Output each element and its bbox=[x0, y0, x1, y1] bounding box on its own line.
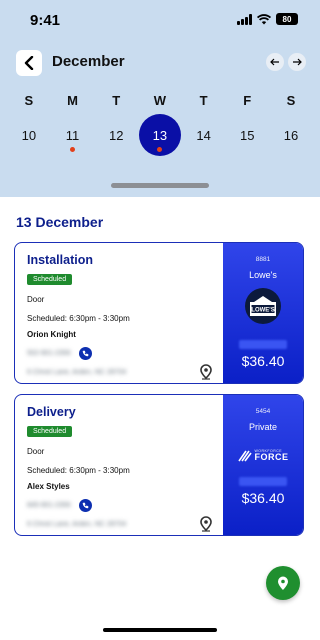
job-schedule: Scheduled: 6:30pm - 3:30pm bbox=[27, 314, 130, 323]
location-pin-icon bbox=[278, 576, 288, 590]
weekday-label: M bbox=[67, 93, 78, 108]
battery-icon: 80 bbox=[276, 13, 298, 25]
selected-date-title: 13 December bbox=[16, 214, 104, 230]
arrow-left-icon bbox=[270, 58, 279, 66]
status-time: 9:41 bbox=[30, 12, 61, 29]
map-location-button[interactable] bbox=[266, 566, 300, 600]
customer-phone: 502-901-2356 bbox=[27, 350, 71, 357]
job-details: Delivery Scheduled Door Scheduled: 6:30p… bbox=[15, 395, 225, 535]
date-number: 13 bbox=[152, 127, 168, 143]
job-title: Delivery bbox=[27, 405, 76, 419]
date-cell-16[interactable]: 16 bbox=[269, 114, 313, 156]
customer-phone: 845-901-2356 bbox=[27, 502, 71, 509]
date-number: 11 bbox=[65, 127, 80, 143]
job-amount: $36.40 bbox=[241, 353, 285, 369]
date-cell-15[interactable]: 15 bbox=[225, 114, 269, 156]
date-number: 15 bbox=[240, 127, 255, 143]
merchant-name: Private bbox=[248, 422, 277, 432]
job-card-delivery[interactable]: Delivery Scheduled Door Scheduled: 6:30p… bbox=[14, 394, 304, 536]
job-amount: $36.40 bbox=[241, 490, 285, 506]
date-cell-11[interactable]: 11 bbox=[51, 114, 95, 156]
weekday-label: W bbox=[153, 93, 167, 108]
month-navigation: December bbox=[16, 50, 306, 76]
job-title: Installation bbox=[27, 253, 93, 267]
date-number: 10 bbox=[21, 127, 37, 143]
merchant-code: 8881 bbox=[255, 256, 271, 263]
phone-icon[interactable] bbox=[78, 347, 92, 360]
map-pin-icon[interactable] bbox=[199, 364, 213, 380]
signal-icon bbox=[237, 13, 252, 25]
date-cell-12[interactable]: 12 bbox=[94, 114, 138, 156]
date-cell-13-selected[interactable]: 13 bbox=[138, 114, 182, 156]
customer-address: 6 Christ Lane, Arden, NC 28704 bbox=[27, 368, 127, 376]
drag-handle[interactable] bbox=[111, 183, 209, 188]
job-item: Door bbox=[27, 447, 45, 456]
next-month-button[interactable] bbox=[288, 53, 306, 71]
date-number: 16 bbox=[283, 127, 299, 143]
svg-text:LOWE'S: LOWE'S bbox=[251, 308, 274, 314]
customer-address: 6 Christ Lane, Arden, NC 28704 bbox=[27, 520, 127, 528]
month-arrows bbox=[266, 53, 306, 71]
weekday-label: F bbox=[243, 93, 252, 108]
date-cell-14[interactable]: 14 bbox=[182, 114, 226, 156]
date-cell-10[interactable]: 10 bbox=[7, 114, 51, 156]
status-icons: 80 bbox=[237, 13, 298, 25]
weekday-label: T bbox=[199, 93, 208, 108]
weekday-row: S M T W T F S bbox=[7, 93, 313, 108]
job-details: Installation Scheduled Door Scheduled: 6… bbox=[15, 243, 225, 383]
job-item: Door bbox=[27, 295, 45, 304]
phone-icon[interactable] bbox=[78, 499, 92, 512]
force-logo-wordmark: WORKFORCE FORCE bbox=[254, 448, 289, 463]
event-dot bbox=[70, 147, 76, 152]
weekday-label: S bbox=[286, 93, 296, 108]
redacted-field bbox=[239, 477, 287, 486]
phone-row: 845-901-2356 bbox=[27, 499, 213, 512]
month-title: December bbox=[52, 53, 125, 70]
phone-row: 502-901-2356 bbox=[27, 347, 213, 360]
customer-name: Orion Knight bbox=[27, 330, 76, 339]
home-indicator bbox=[103, 628, 217, 632]
back-button[interactable] bbox=[16, 50, 42, 76]
address-row: 6 Christ Lane, Arden, NC 28704 bbox=[27, 364, 213, 380]
merchant-code: 5454 bbox=[255, 408, 271, 415]
force-logo: WORKFORCE FORCE bbox=[233, 445, 293, 467]
redacted-field bbox=[239, 340, 287, 349]
weekday-label: S bbox=[24, 93, 34, 108]
status-bar: 9:41 80 bbox=[0, 0, 320, 40]
weekday-label: T bbox=[112, 93, 121, 108]
customer-name: Alex Styles bbox=[27, 482, 70, 491]
merchant-panel: 8881 Lowe's LOWE'S $36.40 bbox=[223, 243, 303, 383]
date-number: 12 bbox=[108, 127, 124, 143]
job-schedule: Scheduled: 6:30pm - 3:30pm bbox=[27, 466, 130, 475]
lowes-logo: LOWE'S bbox=[245, 288, 281, 324]
wifi-icon bbox=[257, 13, 271, 24]
arrow-right-icon bbox=[293, 58, 302, 66]
calendar-header: 9:41 80 December S M T W T F S 10 11 12 … bbox=[0, 0, 320, 197]
map-pin-icon[interactable] bbox=[199, 516, 213, 532]
chevron-left-icon bbox=[24, 56, 34, 70]
job-card-installation[interactable]: Installation Scheduled Door Scheduled: 6… bbox=[14, 242, 304, 384]
date-row: 10 11 12 13 14 15 16 bbox=[7, 114, 313, 156]
merchant-name: Lowe's bbox=[249, 270, 277, 280]
status-badge: Scheduled bbox=[27, 274, 73, 285]
address-row: 6 Christ Lane, Arden, NC 28704 bbox=[27, 516, 213, 532]
status-badge: Scheduled bbox=[27, 426, 73, 437]
previous-month-button[interactable] bbox=[266, 53, 284, 71]
merchant-panel: 5454 Private WORKFORCE FORCE $36.40 bbox=[223, 395, 303, 535]
date-number: 14 bbox=[196, 127, 211, 143]
